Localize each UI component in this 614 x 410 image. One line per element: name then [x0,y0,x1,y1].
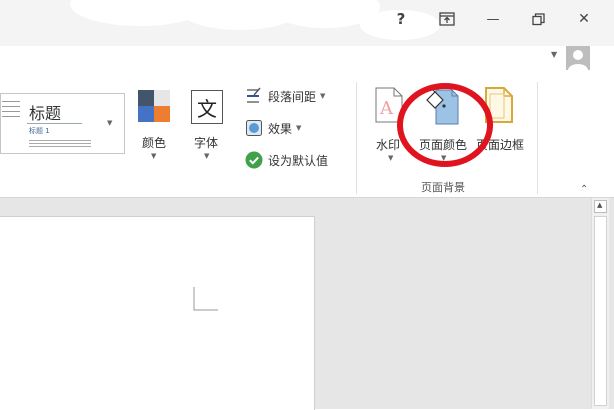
ribbon-display-options-button[interactable] [432,6,462,32]
svg-text:A: A [379,98,394,119]
account-dropdown-icon[interactable]: ▼ [551,50,557,59]
restore-icon [531,12,545,25]
scroll-up-button[interactable]: ▲ [594,200,607,213]
chevron-up-icon: ▲ [597,201,603,209]
group-divider [537,82,538,194]
chevron-down-icon: ▼ [204,152,210,160]
chevron-down-icon: ▼ [388,154,394,162]
group-divider [356,82,357,194]
set-as-default-button[interactable]: 设为默认值 [245,150,340,172]
effects-button[interactable]: 效果 ▼ [245,118,325,140]
colors-button[interactable]: 颜色 ▼ [136,90,172,172]
paragraph-spacing-label: 段落间距 [268,90,317,104]
style-title-underline [27,123,82,124]
help-icon: ? [396,10,406,28]
set-as-default-label: 设为默认值 [268,154,329,168]
style-title-preview: 标题 [29,104,62,123]
fonts-label: 字体 [194,136,219,150]
scroll-thumb[interactable] [594,216,607,406]
paragraph-spacing-button[interactable]: 段落间距 ▼ [245,86,345,108]
colors-label: 颜色 [142,136,167,150]
checkmark-icon [245,151,263,169]
fonts-button[interactable]: 文 字体 ▼ [189,90,225,172]
effects-icon [246,120,262,136]
effects-label: 效果 [268,122,293,136]
document-area: ▲ [0,198,614,410]
close-button[interactable]: ✕ [569,6,599,32]
chevron-down-icon: ▼ [107,119,113,127]
paragraph-spacing-icon [247,87,261,103]
chevron-down-icon: ▼ [151,152,157,160]
help-button[interactable]: ? [386,6,416,32]
style-heading1-preview: 标题 1 [29,127,50,135]
user-avatar-icon [566,46,590,70]
style-preview-text-lines [2,97,20,121]
account-bar: ▼ [0,46,614,76]
ribbon-design-tab: 标题 标题 1 ▼ 颜色 ▼ 文 字体 ▼ 段落间距 ▼ 效果 ▼ 设为默认值 … [0,76,614,198]
style-preview-body-lines [29,138,91,149]
minimize-button[interactable]: — [478,6,508,32]
vertical-scrollbar[interactable]: ▲ [591,198,609,409]
collapse-ribbon-icon[interactable]: ⌃ [580,184,588,195]
ribbon-display-icon [439,12,455,26]
restore-button[interactable] [523,6,553,32]
avatar[interactable] [566,46,590,70]
title-bar: ? — ✕ [0,0,614,46]
font-icon: 文 [191,90,223,124]
style-set-thumbnail[interactable]: 标题 标题 1 [0,93,99,154]
chevron-down-icon: ▼ [296,124,302,132]
annotation-circle [397,83,493,167]
close-icon: ✕ [578,11,590,27]
chevron-down-icon: ▼ [320,92,326,100]
style-gallery-more-button[interactable]: ▼ [98,93,125,154]
margin-corner-mark [193,287,218,311]
theme-colors-icon [138,90,170,122]
document-page[interactable] [0,216,315,410]
minimize-icon: — [486,11,500,27]
group-label-page-background: 页面背景 [421,181,465,194]
